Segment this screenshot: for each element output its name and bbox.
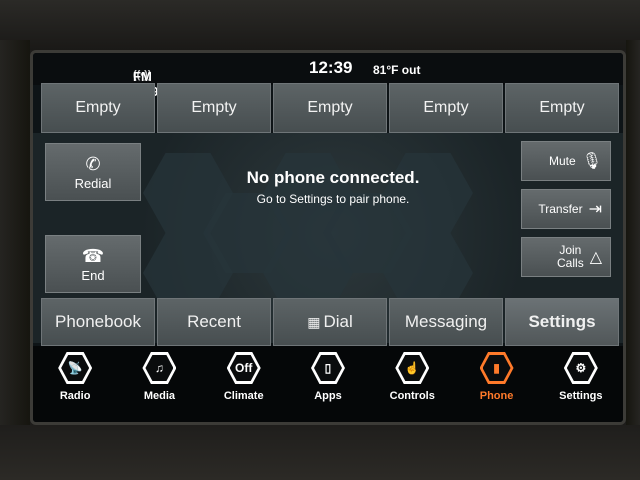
redial-button[interactable]: ✆ Redial — [45, 143, 141, 201]
phone-handset-icon: ✆ — [85, 153, 101, 174]
join-calls-button[interactable]: Join Calls △ — [521, 237, 611, 277]
nav-apps-label: Apps — [314, 390, 342, 402]
bottom-nav: 📡 Radio ♫ Media Off Climate ▯ Apps ☝ Con… — [33, 346, 623, 422]
nav-controls-label: Controls — [389, 390, 435, 402]
hang-up-icon: ☎ — [81, 245, 105, 266]
preset-5[interactable]: Empty — [505, 83, 619, 133]
gear-icon: ⚙ — [566, 355, 595, 381]
phone-tabs: Phonebook Recent ▦ Dial Messaging Setting… — [41, 298, 619, 346]
preset-2[interactable]: Empty — [157, 83, 271, 133]
join-calls-label: Join Calls — [557, 243, 584, 270]
mic-muted-icon: 🎙 — [581, 153, 602, 170]
tab-phonebook[interactable]: Phonebook — [41, 298, 155, 346]
nav-radio-label: Radio — [59, 390, 91, 402]
redial-label: Redial — [74, 175, 112, 191]
radio-tower-icon: 📡 — [61, 355, 90, 381]
apps-icon: ▯ — [313, 355, 342, 381]
bezel-bottom — [0, 425, 640, 480]
status-bar: ((•))FM 94.9 12:39 81°F out — [33, 53, 623, 99]
preset-1[interactable]: Empty — [41, 83, 155, 133]
tab-settings[interactable]: Settings — [505, 298, 619, 346]
nav-settings-label: Settings — [559, 390, 603, 402]
transfer-button[interactable]: Transfer ⇥ — [521, 189, 611, 229]
nav-phone[interactable]: ▮ Phone — [462, 352, 532, 402]
preset-3[interactable]: Empty — [273, 83, 387, 133]
clock: 12:39 — [309, 58, 353, 77]
nav-apps[interactable]: ▯ Apps — [293, 352, 363, 402]
presets-row: Empty Empty Empty Empty Empty — [41, 83, 619, 133]
message-subtitle: Go to Settings to pair phone. — [256, 192, 410, 206]
end-call-button[interactable]: ☎ End — [45, 235, 141, 293]
mute-button[interactable]: Mute 🎙 — [521, 141, 611, 181]
preset-4[interactable]: Empty — [389, 83, 503, 133]
bezel-left — [0, 40, 30, 440]
mute-label: Mute — [549, 153, 576, 168]
nav-controls[interactable]: ☝ Controls — [377, 352, 447, 402]
transfer-label: Transfer — [538, 201, 583, 216]
nav-settings[interactable]: ⚙ Settings — [546, 352, 616, 402]
nav-climate-label: Climate — [223, 390, 264, 402]
tab-messaging[interactable]: Messaging — [389, 298, 503, 346]
infotainment-screen: ((•))FM 94.9 12:39 81°F out Empty Empty … — [30, 50, 626, 425]
keypad-icon: ▦ — [307, 313, 320, 330]
end-label: End — [81, 267, 105, 283]
tab-recent[interactable]: Recent — [157, 298, 271, 346]
bezel-top — [0, 0, 640, 50]
music-note-icon: ♫ — [145, 355, 174, 381]
transfer-icon: ⇥ — [588, 201, 602, 218]
nav-media-label: Media — [143, 390, 176, 402]
phone-icon: ▮ — [482, 355, 511, 381]
join-calls-icon: △ — [589, 249, 602, 266]
outside-temperature: 81°F out — [373, 63, 421, 77]
nav-radio[interactable]: 📡 Radio — [40, 352, 110, 402]
tab-dial[interactable]: ▦ Dial — [273, 298, 387, 346]
dial-label: Dial — [323, 312, 353, 331]
nav-phone-label: Phone — [479, 390, 514, 402]
bezel-right — [626, 40, 640, 440]
message-title: No phone connected. — [246, 168, 420, 187]
nav-media[interactable]: ♫ Media — [124, 352, 194, 402]
climate-off-icon: Off — [229, 355, 258, 381]
nav-climate[interactable]: Off Climate — [209, 352, 279, 402]
controls-icon: ☝ — [398, 355, 427, 381]
no-phone-message: No phone connected. Go to Settings to pa… — [233, 168, 433, 206]
